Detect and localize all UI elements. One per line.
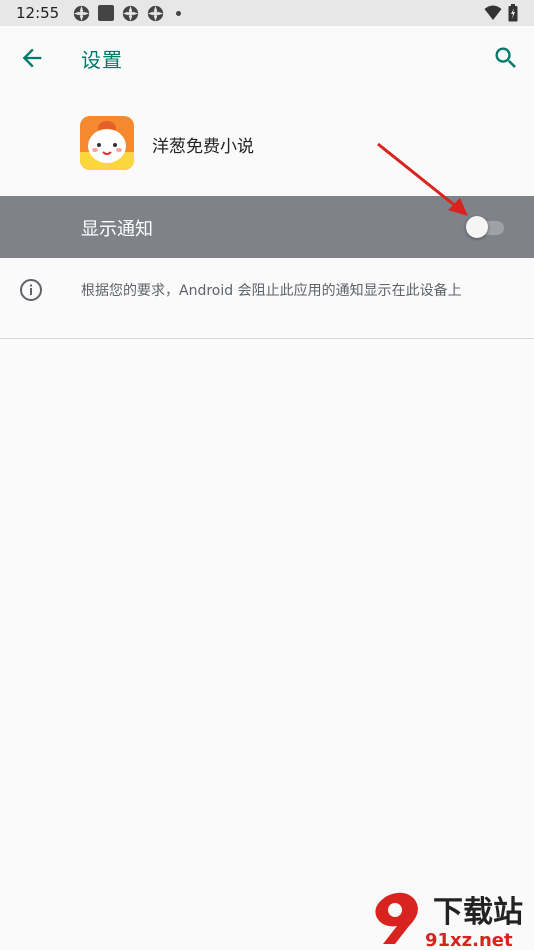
battery-icon bbox=[508, 4, 518, 22]
app-name: 洋葱免费小说 bbox=[152, 137, 254, 157]
status-notification-icons bbox=[73, 5, 182, 22]
show-notifications-switch[interactable] bbox=[466, 216, 506, 238]
watermark-text-bottom: 91xz.net bbox=[425, 930, 513, 950]
pinwheel-icon bbox=[123, 5, 139, 21]
app-bar: 设置 bbox=[0, 26, 534, 90]
divider bbox=[0, 338, 534, 339]
app-logo bbox=[80, 116, 134, 170]
search-icon[interactable] bbox=[492, 44, 520, 72]
watermark-logo: 下载站 91xz.net bbox=[375, 892, 523, 950]
wifi-icon bbox=[484, 5, 502, 20]
app-header: 洋葱免费小说 bbox=[0, 90, 534, 196]
status-time: 12:55 bbox=[16, 4, 60, 22]
arrow-back-icon[interactable] bbox=[18, 44, 46, 72]
switch-knob bbox=[466, 216, 488, 238]
status-system-icons bbox=[484, 4, 518, 22]
pinwheel-icon bbox=[74, 5, 90, 21]
pinwheel-icon bbox=[148, 5, 164, 21]
more-notifications-dot bbox=[176, 10, 182, 16]
info-icon bbox=[20, 279, 42, 301]
watermark-text-top: 下载站 bbox=[433, 895, 523, 930]
page-title: 设置 bbox=[81, 48, 123, 72]
status-bar: 12:55 bbox=[0, 0, 534, 26]
info-row: 根据您的要求，Android 会阻止此应用的通知显示在此设备上 bbox=[0, 258, 534, 338]
show-notifications-row[interactable]: 显示通知 bbox=[0, 196, 534, 258]
app-square-icon bbox=[98, 5, 115, 21]
info-text: 根据您的要求，Android 会阻止此应用的通知显示在此设备上 bbox=[81, 283, 462, 299]
show-notifications-label: 显示通知 bbox=[81, 219, 153, 240]
